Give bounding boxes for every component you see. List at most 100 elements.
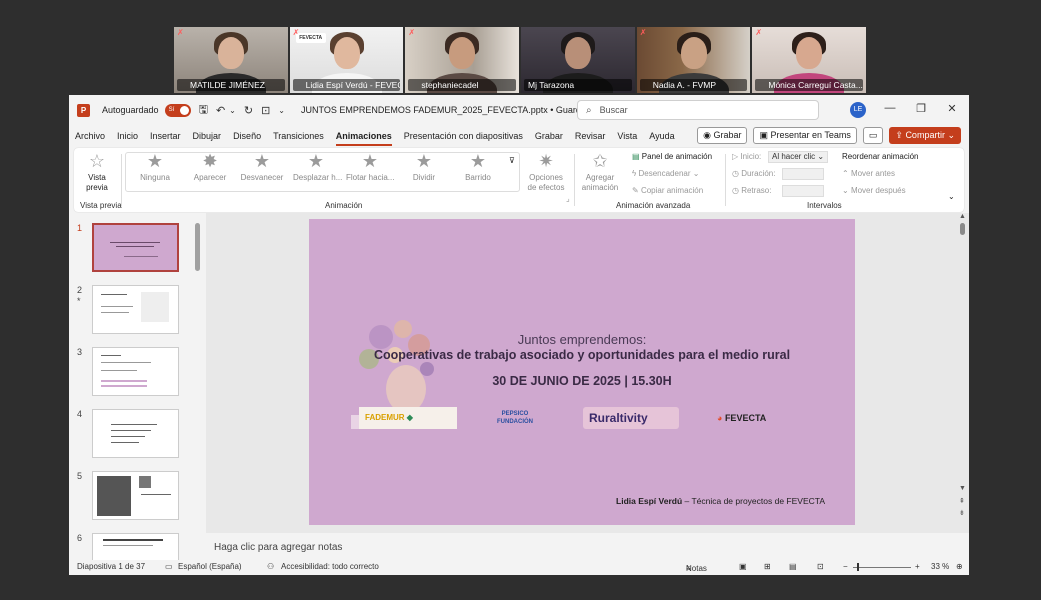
reading-view-icon[interactable]: ▤ xyxy=(789,562,797,571)
undo-icon[interactable]: ↶ xyxy=(216,104,225,117)
notes-pane[interactable]: Haga clic para agregar notas xyxy=(206,535,969,560)
copy-animation-button[interactable]: ✎ Copiar animación xyxy=(632,186,703,195)
redo-icon[interactable]: ↻ xyxy=(244,104,253,117)
animation-split[interactable]: ★ Dividir xyxy=(404,152,444,182)
zoom-slider-thumb[interactable] xyxy=(857,563,859,571)
record-button[interactable]: ◉ Grabar xyxy=(697,127,748,144)
participant-name: Nadia A. - FVMP xyxy=(639,79,748,91)
animation-wipe[interactable]: ★ Barrido xyxy=(458,152,498,182)
animation-float-in[interactable]: ★ Flotar hacia... xyxy=(346,152,394,182)
dialog-launcher-icon[interactable]: ⌟ xyxy=(566,194,570,203)
share-button[interactable]: ⇪ Compartir ⌄ xyxy=(889,127,961,144)
participant-tile[interactable]: ✗ stephaniecadel xyxy=(405,27,520,93)
comments-button[interactable]: ▭ xyxy=(862,127,884,144)
save-icon[interactable]: 🖫 xyxy=(199,101,208,120)
add-animation-button[interactable]: ✩ Agregar animación xyxy=(580,152,620,193)
animation-fade[interactable]: ★ Desvanecer xyxy=(240,152,284,182)
delay-input[interactable] xyxy=(782,185,824,197)
slide-subtitle[interactable]: Juntos emprendemos: xyxy=(309,332,855,347)
thumbnail-slide-5[interactable]: 5 xyxy=(77,471,201,523)
thumbnail-scrollbar[interactable] xyxy=(195,223,200,271)
tab-dibujar[interactable]: Dibujar xyxy=(193,129,222,143)
preview-button[interactable]: ☆ Vista previa xyxy=(82,152,112,193)
start-select[interactable]: Al hacer clic ⌄ xyxy=(768,151,828,163)
notes-placeholder: Haga clic para agregar notas xyxy=(214,542,343,553)
tab-transiciones[interactable]: Transiciones xyxy=(273,129,324,143)
thumbnail-slide-3[interactable]: 3 xyxy=(77,347,201,399)
tab-revisar[interactable]: Revisar xyxy=(575,129,606,143)
effect-options-button[interactable]: ✷ Opciones de efectos xyxy=(524,152,568,193)
thumbnail-slide-4[interactable]: 4 xyxy=(77,409,201,461)
participant-tile[interactable]: ✗ Mónica Carreguí Casta... xyxy=(752,27,867,93)
customize-toolbar-icon[interactable]: ⌄ xyxy=(278,106,285,115)
slideshow-icon[interactable]: ⊡ xyxy=(817,562,824,571)
slide-presenter-credit[interactable]: Lidia Espí Verdú – Técnica de proyectos … xyxy=(616,496,825,506)
powerpoint-icon: P xyxy=(77,103,90,117)
editor-scroll-thumb[interactable] xyxy=(960,223,965,235)
undo-dropdown-icon[interactable]: ⌄ xyxy=(229,106,236,115)
arrow-down-icon: ⌄ xyxy=(842,186,851,195)
accessibility-icon: ⚇ xyxy=(267,562,275,571)
tab-diseno[interactable]: Diseño xyxy=(233,129,261,143)
slide-date[interactable]: 30 DE JUNIO DE 2025 | 15.30H xyxy=(309,374,855,388)
maximize-icon[interactable]: ❐ xyxy=(914,102,928,115)
fit-slide-icon[interactable]: ⊕ xyxy=(956,562,963,571)
participant-tile[interactable]: ✗ Nadia A. - FVMP xyxy=(636,27,751,93)
animation-panel-button[interactable]: ▤ Panel de animación xyxy=(632,152,712,161)
trigger-button[interactable]: ϟ Desencadenar ⌄ xyxy=(632,169,699,178)
tab-archivo[interactable]: Archivo xyxy=(75,129,105,143)
close-icon[interactable]: ✕ xyxy=(945,102,959,115)
status-bar: Diapositiva 1 de 37 ▭ Español (España) ⚇… xyxy=(69,560,969,575)
participant-tile[interactable]: ✗ MATILDE JIMÉNEZ xyxy=(174,27,288,93)
zoom-level[interactable]: 33 % xyxy=(931,562,949,571)
scroll-up-icon[interactable]: ▲ xyxy=(959,213,966,220)
zoom-slider[interactable] xyxy=(853,567,911,568)
previous-slide-icon[interactable]: ⇞ xyxy=(959,497,965,505)
tab-animaciones[interactable]: Animaciones xyxy=(335,129,392,146)
present-in-teams-button[interactable]: ▣ Presentar en Teams xyxy=(753,127,857,144)
thumbnail-slide-1[interactable]: 1 xyxy=(77,223,201,275)
language-indicator[interactable]: Español (España) xyxy=(178,562,242,571)
tab-presentacion[interactable]: Presentación con diapositivas xyxy=(404,129,523,143)
autosave-toggle[interactable]: Sí xyxy=(164,103,191,117)
next-slide-icon[interactable]: ⇟ xyxy=(959,509,965,517)
animation-appear[interactable]: ✸ Aparecer xyxy=(188,152,232,182)
thumbnail-slide-6[interactable]: 6 xyxy=(77,533,201,560)
gallery-more-icon[interactable]: ⊽ xyxy=(509,156,515,165)
normal-view-icon[interactable]: ▣ xyxy=(739,562,747,571)
minimize-icon[interactable]: — xyxy=(883,102,897,114)
slide-sorter-icon[interactable]: ⊞ xyxy=(764,562,771,571)
participant-tile[interactable]: Mj Tarazona xyxy=(521,27,635,93)
user-avatar[interactable]: LE xyxy=(850,102,866,118)
accessibility-status[interactable]: Accesibilidad: todo correcto xyxy=(281,562,379,571)
scroll-down-icon[interactable]: ▼ xyxy=(959,485,966,492)
participant-tile-active[interactable]: FEVECTA ✗ Lidia Espí Verdú - FEVECTA xyxy=(289,27,404,93)
zoom-out-icon[interactable]: − xyxy=(843,562,848,571)
mic-muted-icon: ✗ xyxy=(408,28,416,37)
animation-marker: * xyxy=(77,296,81,306)
thumbnail-image xyxy=(92,409,179,458)
current-slide[interactable]: Juntos emprendemos: Cooperativas de trab… xyxy=(309,219,855,525)
tab-ayuda[interactable]: Ayuda xyxy=(649,129,674,143)
tab-insertar[interactable]: Insertar xyxy=(150,129,181,143)
slide-title[interactable]: Cooperativas de trabajo asociado y oport… xyxy=(309,348,855,362)
brush-icon: ✎ xyxy=(632,186,641,195)
move-later-button[interactable]: ⌄ Mover después xyxy=(842,186,906,195)
present-icon[interactable]: ⊡ xyxy=(261,104,270,117)
slide-counter[interactable]: Diapositiva 1 de 37 xyxy=(77,562,145,571)
editor-scrollbar[interactable]: ▲ ▼ ⇞ ⇟ xyxy=(959,213,967,533)
zoom-in-icon[interactable]: + xyxy=(915,562,920,571)
search-input[interactable]: ⌕ Buscar xyxy=(577,100,819,120)
duration-input[interactable] xyxy=(782,168,824,180)
collapse-ribbon-icon[interactable]: ⌄ xyxy=(948,192,955,201)
ruraltivity-logo: Ruraltivity xyxy=(583,407,679,429)
tab-grabar[interactable]: Grabar xyxy=(535,129,563,143)
animation-fly-in[interactable]: ★ Desplazar h... xyxy=(293,152,342,182)
fademur-logo: FADEMUR ◆ xyxy=(359,407,457,429)
document-title[interactable]: JUNTOS EMPRENDEMOS FADEMUR_2025_FEVECTA.… xyxy=(301,105,606,116)
animation-none[interactable]: ★ Ninguna xyxy=(136,152,174,182)
tab-vista[interactable]: Vista xyxy=(617,129,637,143)
tab-inicio[interactable]: Inicio xyxy=(117,129,138,143)
thumbnail-slide-2[interactable]: 2 * xyxy=(77,285,201,337)
move-earlier-button[interactable]: ⌃ Mover antes xyxy=(842,169,895,178)
